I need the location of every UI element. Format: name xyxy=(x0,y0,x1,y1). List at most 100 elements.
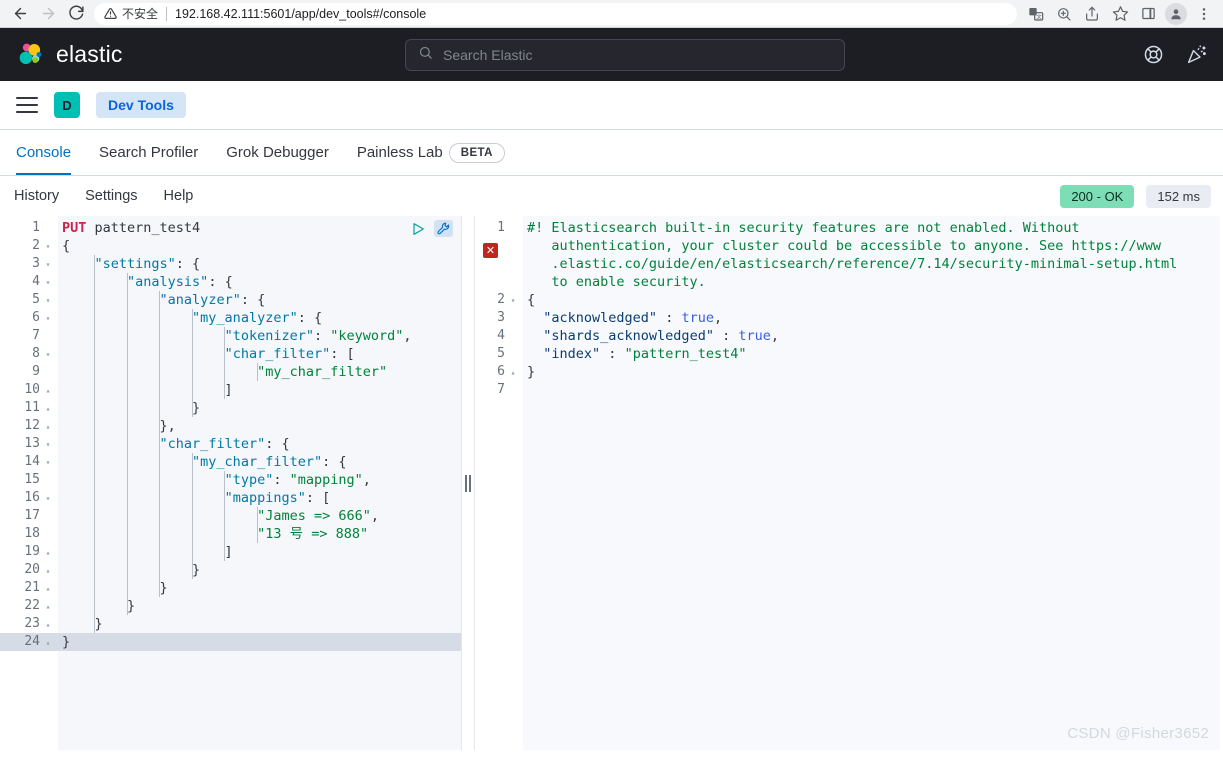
code-token: , xyxy=(370,508,380,524)
line-number: 19 xyxy=(24,544,40,559)
play-request-icon[interactable] xyxy=(410,221,426,237)
fold-toggle-icon[interactable]: ▾ xyxy=(44,296,52,305)
fold-toggle-icon[interactable]: ▾ xyxy=(44,260,52,269)
pane-splitter[interactable] xyxy=(461,216,475,750)
share-icon[interactable] xyxy=(1079,1,1105,27)
kebab-menu-icon[interactable] xyxy=(1191,1,1217,27)
tab-grok-debugger[interactable]: Grok Debugger xyxy=(212,130,343,175)
tab-console[interactable]: Console xyxy=(16,130,85,175)
settings-link[interactable]: Settings xyxy=(85,188,137,204)
reload-icon[interactable] xyxy=(62,0,90,28)
side-panel-icon[interactable] xyxy=(1135,1,1161,27)
indent-guide xyxy=(191,453,193,579)
code-token: .elastic.co/guide/en/elasticsearch/refer… xyxy=(527,256,1178,272)
dev-tools-tabs: Console Search Profiler Grok Debugger Pa… xyxy=(0,130,1223,176)
fold-toggle-icon[interactable]: ▴ xyxy=(44,638,52,647)
code-token: ] xyxy=(62,544,233,560)
news-feed-icon[interactable] xyxy=(1186,44,1207,65)
code-token: , xyxy=(770,328,779,344)
indent-guide xyxy=(159,291,161,597)
gutter-line: 3 ▾ xyxy=(0,255,58,273)
space-avatar[interactable]: D xyxy=(54,92,80,118)
fold-toggle-icon[interactable]: ▴ xyxy=(44,404,52,413)
request-editor[interactable]: PUT pattern_test4{ "settings": { "analys… xyxy=(58,216,461,750)
fold-toggle-icon[interactable]: ▴ xyxy=(44,584,52,593)
gutter-line: 16 ▾ xyxy=(0,489,58,507)
error-marker-icon[interactable]: ✕ xyxy=(483,243,498,258)
breadcrumb-dev-tools[interactable]: Dev Tools xyxy=(96,92,186,118)
tab-search-profiler-label: Search Profiler xyxy=(99,144,199,161)
code-line: "type": "mapping", xyxy=(58,471,461,489)
code-token: } xyxy=(62,562,201,578)
gutter-line: 23 ▴ xyxy=(0,615,58,633)
gutter-line: 7 xyxy=(0,327,58,345)
translate-icon[interactable]: 文 xyxy=(1023,1,1049,27)
back-icon[interactable] xyxy=(6,0,34,28)
fold-toggle-icon[interactable]: ▾ xyxy=(44,458,52,467)
fold-toggle-icon[interactable]: ▴ xyxy=(509,368,517,377)
security-label: 不安全 xyxy=(122,7,159,21)
gutter-line: 2 ▾ xyxy=(475,291,523,309)
code-token: "tokenizer" xyxy=(224,328,314,344)
fold-toggle-icon[interactable]: ▾ xyxy=(44,350,52,359)
line-number: 15 xyxy=(24,472,40,487)
fold-toggle-icon[interactable]: ▾ xyxy=(509,296,517,305)
fold-toggle-icon[interactable]: ▾ xyxy=(44,494,52,503)
code-line: .elastic.co/guide/en/elasticsearch/refer… xyxy=(523,255,1223,273)
line-number: 6 xyxy=(497,364,505,379)
code-token: "index" xyxy=(543,346,601,362)
gutter-line: 1 xyxy=(0,219,58,237)
code-line: #! Elasticsearch built-in security featu… xyxy=(523,219,1223,237)
profile-avatar-icon[interactable] xyxy=(1163,1,1189,27)
code-token: "keyword" xyxy=(330,328,404,344)
address-bar[interactable]: 不安全 192.168.42.111:5601/app/dev_tools#/c… xyxy=(94,2,1017,25)
request-pane[interactable]: 1 2 ▾ 3 ▾ 4 ▾ 5 ▾ 6 ▾ 7 8 ▾ 9 10 ▴ 11 ▴ 12 ▴ 13 ▾ 14 ▾ 15 16 ▾ 17 18 1… xyxy=(0,216,461,750)
fold-toggle-icon[interactable]: ▴ xyxy=(44,620,52,629)
indent-guide xyxy=(191,309,193,417)
line-number: 13 xyxy=(24,436,40,451)
fold-toggle-icon[interactable]: ▴ xyxy=(44,422,52,431)
response-pane[interactable]: ✕ 1 2 ▾ 3 4 5 6 ▴ 7 #! Elasticsearch built-in se… xyxy=(475,216,1223,750)
history-link[interactable]: History xyxy=(14,188,59,204)
code-token: } xyxy=(62,634,71,650)
fold-toggle-icon[interactable]: ▴ xyxy=(44,548,52,557)
fold-toggle-icon[interactable]: ▴ xyxy=(44,566,52,575)
code-line: "my_char_filter": { xyxy=(58,453,461,471)
fold-toggle-icon[interactable]: ▾ xyxy=(44,242,52,251)
code-line: authentication, your cluster could be ac… xyxy=(523,237,1223,255)
code-line: "my_char_filter" xyxy=(58,363,461,381)
elastic-global-header: elastic Search Elastic xyxy=(0,28,1223,81)
gutter-line: 2 ▾ xyxy=(0,237,58,255)
line-number: 2 xyxy=(497,292,505,307)
zoom-icon[interactable] xyxy=(1051,1,1077,27)
lifebuoy-help-icon[interactable] xyxy=(1143,44,1164,65)
bookmark-star-icon[interactable] xyxy=(1107,1,1133,27)
search-input[interactable]: Search Elastic xyxy=(405,38,845,71)
fold-toggle-icon[interactable]: ▾ xyxy=(44,440,52,449)
gutter-line xyxy=(475,273,523,291)
tab-painless-lab[interactable]: Painless Lab BETA xyxy=(343,130,519,175)
hamburger-menu-icon[interactable] xyxy=(16,97,38,113)
response-editor[interactable]: #! Elasticsearch built-in security featu… xyxy=(523,216,1223,750)
code-token: , xyxy=(713,310,723,326)
gutter-line: 4 xyxy=(475,327,523,345)
code-line: { xyxy=(523,291,1223,309)
line-number: 22 xyxy=(24,598,40,613)
elastic-brand[interactable]: elastic xyxy=(16,40,123,70)
tab-search-profiler[interactable]: Search Profiler xyxy=(85,130,212,175)
fold-toggle-icon[interactable]: ▾ xyxy=(44,278,52,287)
fold-toggle-icon[interactable]: ▴ xyxy=(44,386,52,395)
request-line-gutter: 1 2 ▾ 3 ▾ 4 ▾ 5 ▾ 6 ▾ 7 8 ▾ 9 10 ▴ 11 ▴ 12 ▴ 13 ▾ 14 ▾ 15 16 ▾ 17 18 1… xyxy=(0,216,58,750)
fold-toggle-icon[interactable]: ▴ xyxy=(44,602,52,611)
line-number: 21 xyxy=(24,580,40,595)
line-number: 17 xyxy=(24,508,40,523)
watermark: CSDN @Fisher3652 xyxy=(1067,725,1209,742)
code-token: "type" xyxy=(224,472,274,488)
help-link[interactable]: Help xyxy=(164,188,194,204)
wrench-settings-icon[interactable] xyxy=(434,220,453,237)
gutter-line: 5 ▾ xyxy=(0,291,58,309)
fold-toggle-icon[interactable]: ▾ xyxy=(44,314,52,323)
forward-icon[interactable] xyxy=(34,0,62,28)
code-line: "char_filter": { xyxy=(58,435,461,453)
